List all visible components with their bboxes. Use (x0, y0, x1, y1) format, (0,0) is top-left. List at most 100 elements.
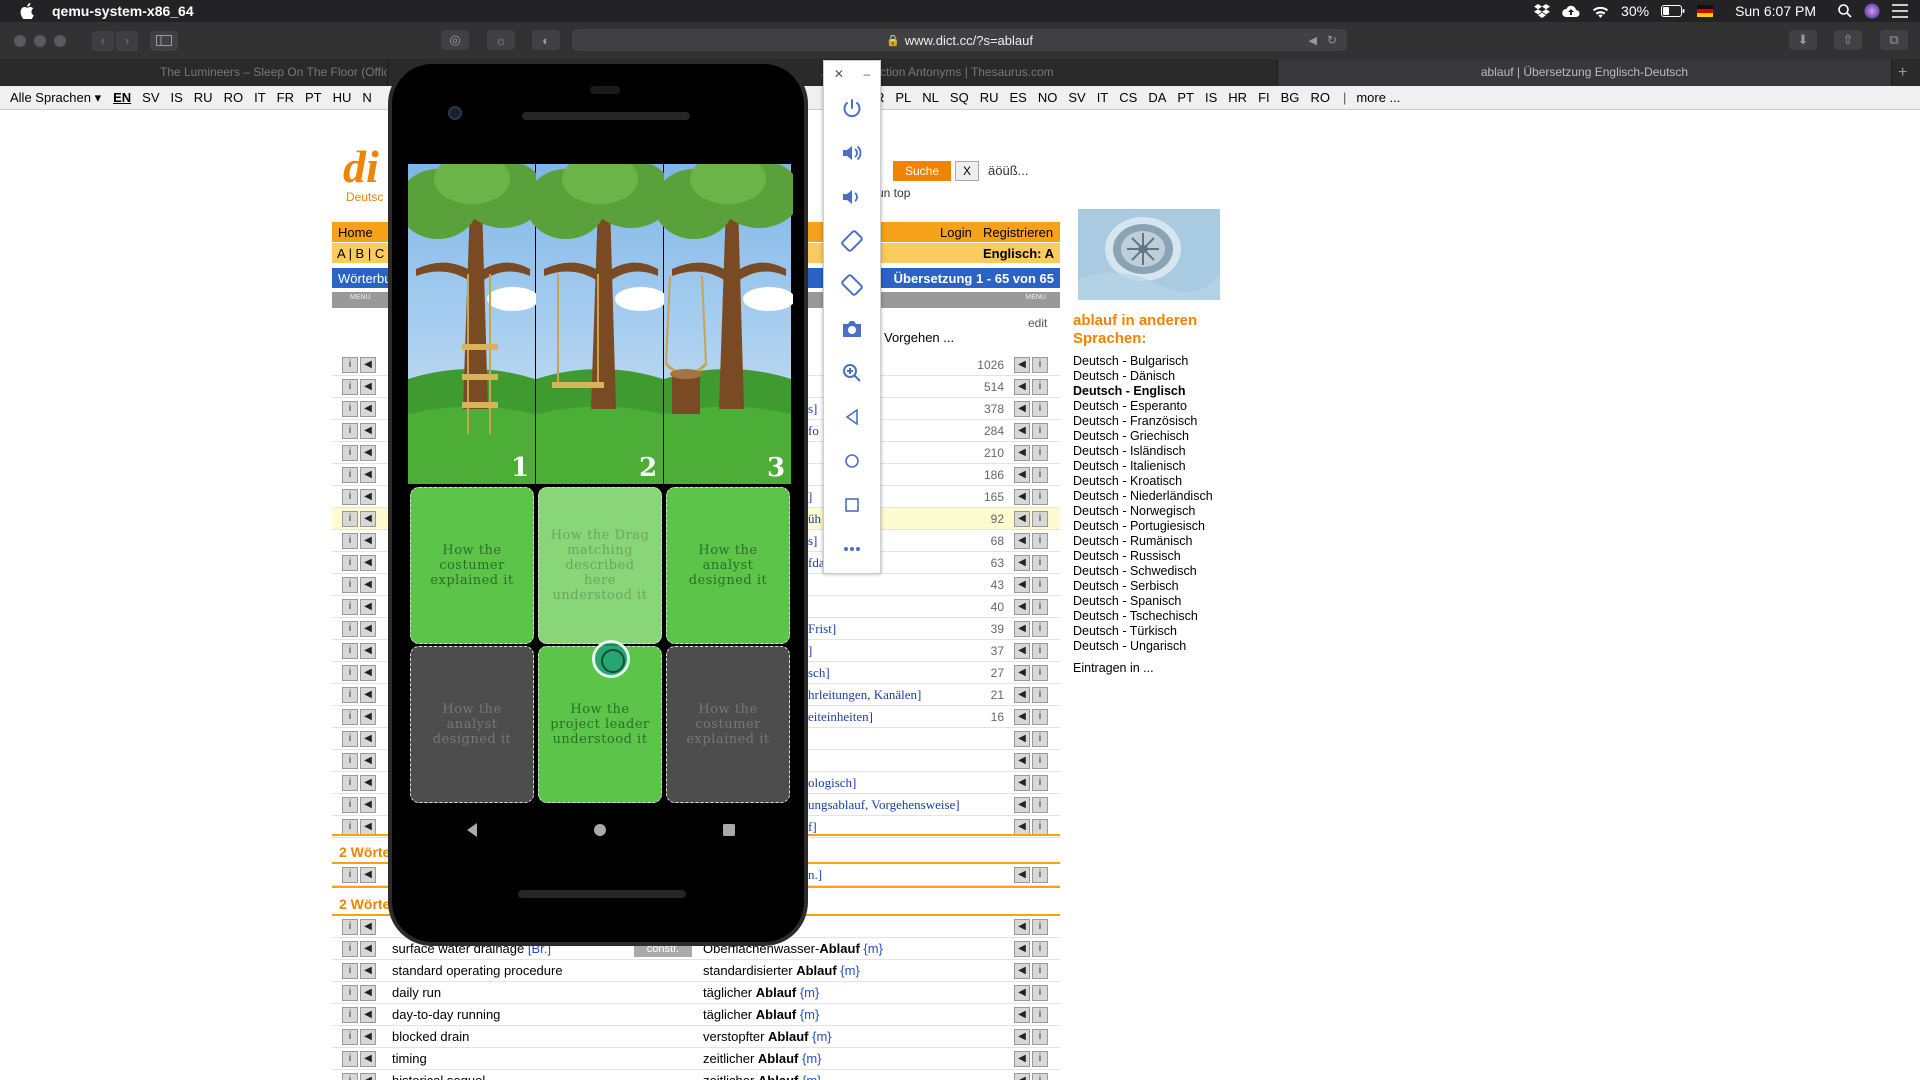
info-icon[interactable]: i (342, 941, 358, 957)
language-pair-link[interactable]: Deutsch - Rumänisch (1073, 534, 1213, 549)
audio-icon[interactable]: ◀ (360, 621, 376, 637)
lang-link[interactable]: IS (1205, 90, 1217, 105)
info-icon[interactable]: i (1032, 401, 1048, 417)
language-pair-link[interactable]: Deutsch - Ungarisch (1073, 639, 1213, 654)
language-pair-link[interactable]: Deutsch - Griechisch (1073, 429, 1213, 444)
german-term[interactable]: standardisierter Ablauf {m} (703, 963, 860, 978)
info-icon[interactable]: i (342, 445, 358, 461)
info-icon[interactable]: i (342, 599, 358, 615)
audio-icon[interactable]: ◀ (360, 643, 376, 659)
lang-link[interactable]: CS (1119, 90, 1137, 105)
language-pair-link[interactable]: Deutsch - Serbisch (1073, 579, 1213, 594)
info-icon[interactable]: i (1032, 919, 1048, 935)
notification-center-icon[interactable] (1892, 4, 1908, 18)
language-pair-link[interactable]: Deutsch - Niederländisch (1073, 489, 1213, 504)
dropbox-icon[interactable] (1534, 4, 1551, 18)
info-icon[interactable]: i (1032, 1029, 1048, 1045)
lang-link[interactable]: IS (171, 90, 183, 105)
audio-icon[interactable]: ◀ (1014, 357, 1030, 373)
info-icon[interactable]: i (1032, 985, 1048, 1001)
audio-icon[interactable]: ◀ (1014, 467, 1030, 483)
audio-icon[interactable]: ◀ (1014, 511, 1030, 527)
language-pair-link[interactable]: Deutsch - Esperanto (1073, 399, 1213, 414)
info-icon[interactable]: i (1032, 941, 1048, 957)
more-button-emu[interactable] (824, 527, 880, 571)
lang-link[interactable]: RU (980, 90, 999, 105)
audio-icon[interactable]: ◀ (1014, 445, 1030, 461)
german-term[interactable]: täglicher Ablauf {m} (703, 1007, 819, 1022)
lang-link[interactable]: SV (1068, 90, 1085, 105)
audio-icon[interactable]: ◀ (360, 963, 376, 979)
audio-icon[interactable]: ◀ (1014, 919, 1030, 935)
info-icon[interactable]: i (342, 919, 358, 935)
info-icon[interactable]: i (1032, 687, 1048, 703)
language-pair-link[interactable]: Deutsch - Italienisch (1073, 459, 1213, 474)
nav-login-link[interactable]: Login (940, 225, 972, 240)
battery-icon[interactable] (1661, 5, 1685, 17)
close-window-button[interactable] (14, 34, 26, 47)
info-icon[interactable]: i (1032, 665, 1048, 681)
power-button[interactable] (824, 87, 880, 131)
audio-icon[interactable]: ◀ (1014, 687, 1030, 703)
info-icon[interactable]: i (342, 423, 358, 439)
audio-icon[interactable]: ◀ (360, 357, 376, 373)
lang-link[interactable]: NL (922, 90, 939, 105)
info-icon[interactable]: i (1032, 797, 1048, 813)
lang-link[interactable]: RU (194, 90, 213, 105)
info-icon[interactable]: i (342, 643, 358, 659)
german-flag-icon[interactable] (1697, 5, 1714, 17)
sidebar-toggle-button[interactable] (150, 30, 178, 51)
back-button[interactable]: ‹ (92, 30, 114, 51)
info-icon[interactable]: i (342, 709, 358, 725)
audio-icon[interactable]: ◀ (1014, 709, 1030, 725)
lang-link[interactable]: FI (1258, 90, 1270, 105)
audio-icon[interactable]: ◀ (360, 445, 376, 461)
language-pair-link[interactable]: Deutsch - Englisch (1073, 384, 1213, 399)
audio-icon[interactable]: ◀ (360, 423, 376, 439)
language-pair-link[interactable]: Deutsch - Bulgarisch (1073, 354, 1213, 369)
info-icon[interactable]: i (342, 577, 358, 593)
extension-button-3[interactable]: ◐ (532, 30, 560, 50)
vorgehen-link[interactable]: Vorgehen ... (884, 330, 954, 345)
search-button[interactable]: Suche (893, 161, 951, 181)
info-icon[interactable]: i (1032, 533, 1048, 549)
audio-icon[interactable]: ◀ (360, 941, 376, 957)
apple-icon[interactable] (20, 3, 34, 19)
forward-button[interactable]: › (116, 30, 138, 51)
info-icon[interactable]: i (342, 357, 358, 373)
english-term[interactable]: blocked drain (392, 1029, 469, 1044)
clear-search-button[interactable]: X (955, 161, 979, 181)
minimize-window-button[interactable] (34, 34, 46, 47)
overview-button-emu[interactable] (824, 483, 880, 527)
language-pair-link[interactable]: Deutsch - Türkisch (1073, 624, 1213, 639)
siri-icon[interactable] (1864, 3, 1880, 19)
spotlight-search-icon[interactable] (1838, 4, 1852, 18)
lang-link[interactable]: ES (1010, 90, 1027, 105)
language-pair-link[interactable]: Deutsch - Kroatisch (1073, 474, 1213, 489)
info-icon[interactable]: i (1032, 423, 1048, 439)
language-pair-link[interactable]: Deutsch - Spanisch (1073, 594, 1213, 609)
info-icon[interactable]: i (342, 775, 358, 791)
info-icon[interactable]: i (342, 819, 358, 835)
audio-icon[interactable]: ◀ (360, 919, 376, 935)
audio-icon[interactable]: ◀ (360, 489, 376, 505)
audio-icon[interactable]: ◀ (360, 867, 376, 883)
audio-icon[interactable]: ◀ (1014, 401, 1030, 417)
info-icon[interactable]: i (1032, 867, 1048, 883)
info-icon[interactable]: i (342, 467, 358, 483)
matching-tile[interactable]: How the costumer explained it (666, 646, 790, 803)
extension-button-1[interactable]: ◎ (441, 30, 469, 50)
close-icon[interactable]: ✕ (834, 67, 844, 81)
audio-icon[interactable]: ◀ (1014, 819, 1030, 835)
info-icon[interactable]: i (342, 731, 358, 747)
audio-icon[interactable]: ◀ (1014, 423, 1030, 439)
audio-icon[interactable]: ◀ (1014, 1007, 1030, 1023)
english-term[interactable]: historical sequel (392, 1073, 485, 1080)
cloud-upload-icon[interactable] (1562, 5, 1580, 18)
lang-link[interactable]: N (362, 90, 371, 105)
german-term[interactable]: zeitlicher Ablauf {m} (703, 1051, 822, 1066)
info-icon[interactable]: i (342, 1007, 358, 1023)
audio-icon[interactable]: ◀ (360, 665, 376, 681)
info-icon[interactable]: i (1032, 643, 1048, 659)
english-term[interactable]: standard operating procedure (392, 963, 563, 978)
